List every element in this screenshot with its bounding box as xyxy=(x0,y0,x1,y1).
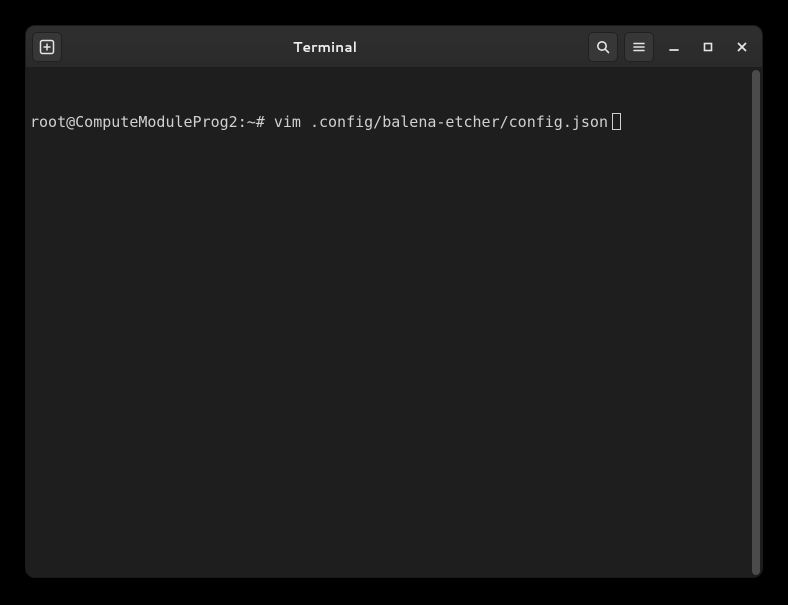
titlebar-right xyxy=(588,32,756,62)
new-tab-icon xyxy=(39,39,55,55)
minimize-button[interactable] xyxy=(660,32,688,62)
close-icon xyxy=(735,40,749,54)
minimize-icon xyxy=(667,40,681,54)
maximize-button[interactable] xyxy=(694,32,722,62)
search-button[interactable] xyxy=(588,32,618,62)
new-tab-button[interactable] xyxy=(32,32,62,62)
menu-icon xyxy=(631,39,647,55)
maximize-icon xyxy=(701,40,715,54)
content-area: root@ComputeModuleProg2:~# vim .config/b… xyxy=(26,68,762,577)
search-icon xyxy=(595,39,611,55)
prompt-line: root@ComputeModuleProg2:~# vim .config/b… xyxy=(30,112,748,132)
command-text: vim .config/balena-etcher/config.json xyxy=(274,112,608,132)
scrollbar[interactable] xyxy=(750,68,762,577)
titlebar: Terminal xyxy=(26,26,762,68)
menu-button[interactable] xyxy=(624,32,654,62)
window-title: Terminal xyxy=(68,37,582,57)
prompt: root@ComputeModuleProg2:~# xyxy=(30,112,274,132)
terminal-output[interactable]: root@ComputeModuleProg2:~# vim .config/b… xyxy=(26,68,750,577)
scroll-thumb[interactable] xyxy=(752,70,760,575)
terminal-window: Terminal xyxy=(25,25,763,578)
close-button[interactable] xyxy=(728,32,756,62)
cursor xyxy=(612,113,621,130)
titlebar-left xyxy=(32,32,62,62)
